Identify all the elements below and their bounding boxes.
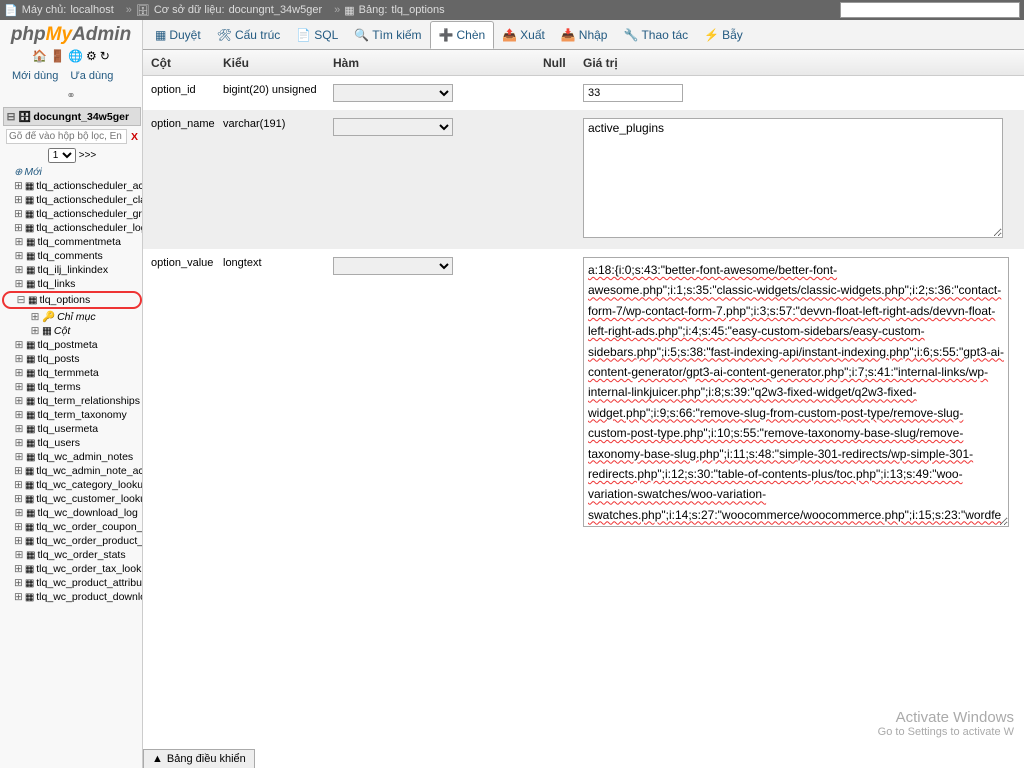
console-toggle[interactable]: ▲ Bảng điều khiển xyxy=(143,749,255,768)
table-node[interactable]: ⊞▦ tlq_termmeta xyxy=(2,366,142,380)
tab-search[interactable]: 🔍 Tìm kiếm xyxy=(346,22,429,48)
tab-import[interactable]: 📥 Nhập xyxy=(553,22,616,48)
index-node[interactable]: ⊞🔑 Chỉ mục xyxy=(2,309,142,324)
table-node[interactable]: ⊞▦ tlq_wc_category_lookup xyxy=(2,478,142,492)
table-node[interactable]: ⊞▦ tlq_actionscheduler_actions xyxy=(2,179,142,193)
tab-sql[interactable]: 📄 SQL xyxy=(288,22,346,48)
form-row: option_namevarchar(191) active_plugins xyxy=(143,110,1024,249)
crumb-arrow: » xyxy=(126,4,132,16)
new-table[interactable]: ⊕ Mới xyxy=(2,165,142,179)
crumb-table[interactable]: ▦ Bảng: tlq_options xyxy=(344,4,444,17)
value-input[interactable] xyxy=(583,84,683,102)
tab-export[interactable]: 📤 Xuất xyxy=(494,22,553,48)
hdr-col: Cột xyxy=(143,56,223,70)
col-name: option_id xyxy=(143,84,223,96)
table-node[interactable]: ⊞▦ tlq_wc_order_stats xyxy=(2,548,142,562)
table-node[interactable]: ⊞▦ tlq_wc_customer_lookup xyxy=(2,492,142,506)
col-type: varchar(191) xyxy=(223,118,333,130)
table-node[interactable]: ⊞▦ tlq_commentmeta xyxy=(2,235,142,249)
hdr-func: Hàm xyxy=(333,56,543,70)
crumb-db[interactable]: 🗄 Cơ sở dữ liệu: docungnt_34w5ger xyxy=(136,4,322,17)
columns-node[interactable]: ⊞▦ Cột xyxy=(2,324,142,338)
form-row: option_idbigint(20) unsigned xyxy=(143,76,1024,110)
table-node[interactable]: ⊞▦ tlq_terms xyxy=(2,380,142,394)
table-node[interactable]: ⊞▦ tlq_wc_product_download_directories xyxy=(2,590,142,604)
sidebar: phpMyAdmin 🏠 🚪 🌐 ⚙ ↻ Mới dùng Ưa dùng ⚭ … xyxy=(0,20,143,768)
table-node[interactable]: ⊟▦ tlq_options xyxy=(2,291,142,309)
hdr-value: Giá trị xyxy=(583,56,1024,70)
page-select[interactable]: 1 xyxy=(48,148,76,163)
reload-icon[interactable]: ↻ xyxy=(100,49,110,63)
table-node[interactable]: ⊞▦ tlq_users xyxy=(2,436,142,450)
tab-recent[interactable]: Mới dùng xyxy=(6,68,64,84)
windows-watermark: Activate Windows Go to Settings to activ… xyxy=(878,709,1014,738)
table-node[interactable]: ⊞▦ tlq_links xyxy=(2,277,142,291)
col-type: longtext xyxy=(223,257,333,269)
main-panel: ▦ Duyệt 🛠 Cấu trúc 📄 SQL 🔍 Tìm kiếm ➕ Ch… xyxy=(143,20,1024,768)
crumb-server[interactable]: 📄 Máy chủ: localhost xyxy=(4,4,114,17)
table-node[interactable]: ⊞▦ tlq_term_relationships xyxy=(2,394,142,408)
nav-tree: ⊟🗄 docungnt_34w5ger X 1 >>> ⊕ Mới ⊞▦ tlq… xyxy=(0,104,142,768)
col-type: bigint(20) unsigned xyxy=(223,84,333,96)
db-node[interactable]: ⊟🗄 docungnt_34w5ger xyxy=(3,107,141,126)
table-node[interactable]: ⊞▦ tlq_comments xyxy=(2,249,142,263)
docs-icon[interactable]: 🌐 xyxy=(68,49,83,63)
function-select[interactable] xyxy=(333,84,453,102)
table-node[interactable]: ⊞▦ tlq_wc_order_product_lookup xyxy=(2,534,142,548)
table-node[interactable]: ⊞▦ tlq_wc_product_attributes_lookup xyxy=(2,576,142,590)
insert-form: option_idbigint(20) unsignedoption_namev… xyxy=(143,76,1024,768)
table-node[interactable]: ⊞▦ tlq_actionscheduler_groups xyxy=(2,207,142,221)
breadcrumb-bar: 📄 Máy chủ: localhost » 🗄 Cơ sở dữ liệu: … xyxy=(0,0,1024,20)
next-page[interactable]: >>> xyxy=(79,150,97,161)
crumb-arrow: » xyxy=(334,4,340,16)
tab-favorite[interactable]: Ưa dùng xyxy=(64,68,119,84)
table-node[interactable]: ⊞▦ tlq_usermeta xyxy=(2,422,142,436)
settings-icon[interactable]: ⚙ xyxy=(86,49,97,63)
table-node[interactable]: ⊞▦ tlq_postmeta xyxy=(2,338,142,352)
collapse-icon[interactable]: ⚭ xyxy=(0,87,142,104)
table-node[interactable]: ⊞▦ tlq_wc_admin_notes xyxy=(2,450,142,464)
table-tabs: ▦ Duyệt 🛠 Cấu trúc 📄 SQL 🔍 Tìm kiếm ➕ Ch… xyxy=(143,20,1024,50)
col-name: option_value xyxy=(143,257,223,269)
tree-filter-input[interactable] xyxy=(6,129,127,144)
table-node[interactable]: ⊞▦ tlq_wc_admin_note_actions xyxy=(2,464,142,478)
table-node[interactable]: ⊞▦ tlq_actionscheduler_logs xyxy=(2,221,142,235)
value-textarea[interactable]: active_plugins xyxy=(583,118,1003,238)
form-row: option_valuelongtext a:18:{i:0;s:43:"bett… xyxy=(143,249,1024,538)
clear-filter-icon[interactable]: X xyxy=(131,131,138,143)
value-textarea[interactable]: a:18:{i:0;s:43:"better-font-awesome/bett… xyxy=(583,257,1009,527)
table-node[interactable]: ⊞▦ tlq_actionscheduler_claims xyxy=(2,193,142,207)
column-headers: Cột Kiểu Hàm Null Giá trị xyxy=(143,50,1024,76)
tab-triggers[interactable]: ⚡ Bẫy xyxy=(696,22,751,48)
table-node[interactable]: ⊞▦ tlq_posts xyxy=(2,352,142,366)
top-search[interactable] xyxy=(840,2,1020,18)
hdr-null: Null xyxy=(543,56,583,70)
table-node[interactable]: ⊞▦ tlq_wc_order_tax_lookup xyxy=(2,562,142,576)
tab-operations[interactable]: 🔧 Thao tác xyxy=(615,22,696,48)
table-node[interactable]: ⊞▦ tlq_wc_download_log xyxy=(2,506,142,520)
function-select[interactable] xyxy=(333,118,453,136)
table-node[interactable]: ⊞▦ tlq_term_taxonomy xyxy=(2,408,142,422)
tab-structure[interactable]: 🛠 Cấu trúc xyxy=(209,22,289,48)
tab-browse[interactable]: ▦ Duyệt xyxy=(147,22,209,48)
hdr-type: Kiểu xyxy=(223,56,333,70)
home-icon[interactable]: 🏠 xyxy=(32,49,47,63)
function-select[interactable] xyxy=(333,257,453,275)
table-node[interactable]: ⊞▦ tlq_wc_order_coupon_lookup xyxy=(2,520,142,534)
phpmyadmin-logo[interactable]: phpMyAdmin xyxy=(11,24,131,46)
tab-insert[interactable]: ➕ Chèn xyxy=(430,21,495,49)
col-name: option_name xyxy=(143,118,223,130)
logout-icon[interactable]: 🚪 xyxy=(50,49,65,63)
table-node[interactable]: ⊞▦ tlq_ilj_linkindex xyxy=(2,263,142,277)
